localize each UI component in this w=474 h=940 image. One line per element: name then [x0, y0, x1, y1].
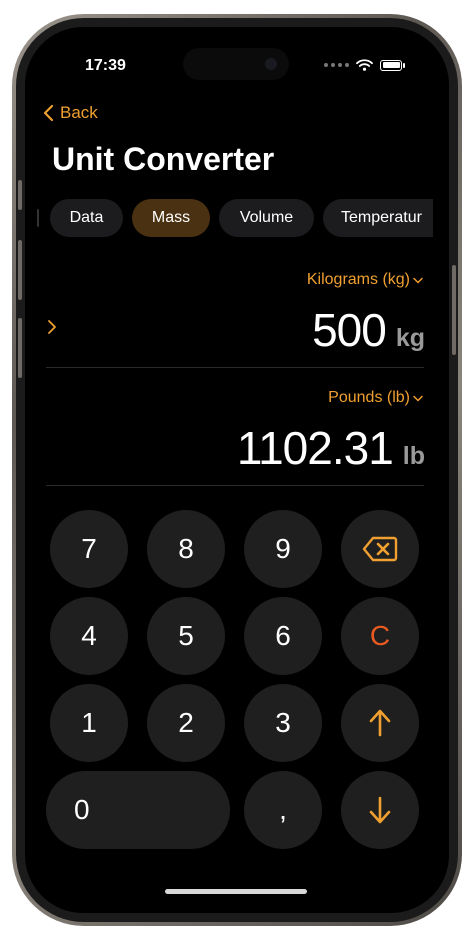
tab-temperature[interactable]: Temperatur — [323, 199, 433, 237]
backspace-button[interactable] — [341, 510, 419, 588]
tab-mass[interactable]: Mass — [132, 199, 210, 237]
key-6[interactable]: 6 — [244, 597, 322, 675]
back-button[interactable]: Back — [43, 103, 98, 123]
chevron-down-icon — [413, 277, 423, 284]
key-4[interactable]: 4 — [50, 597, 128, 675]
swap-down-button[interactable] — [341, 771, 419, 849]
chevron-down-icon — [413, 395, 423, 402]
delete-left-icon — [362, 536, 398, 562]
wifi-icon — [356, 59, 373, 71]
key-5[interactable]: 5 — [147, 597, 225, 675]
input-unit-selector[interactable]: Kilograms (kg) — [307, 271, 423, 289]
volume-up-button — [18, 240, 22, 300]
output-value: 1102.31 — [236, 422, 394, 474]
key-0[interactable]: 0 — [46, 771, 230, 849]
volume-down-button — [18, 318, 22, 378]
key-9[interactable]: 9 — [244, 510, 322, 588]
divider — [46, 367, 424, 368]
camera-icon — [265, 58, 277, 70]
action-button — [18, 180, 22, 210]
input-unit-symbol: kg — [395, 324, 425, 352]
output-unit-symbol: lb — [402, 442, 425, 470]
key-comma[interactable]: , — [244, 771, 322, 849]
chevron-left-icon — [43, 104, 54, 122]
divider — [46, 485, 424, 486]
status-time: 17:39 — [85, 57, 126, 74]
page-title: Unit Converter — [52, 141, 275, 177]
category-tabs: Data Mass Volume Temperatur — [25, 199, 433, 239]
input-unit-label: Kilograms (kg) — [306, 271, 410, 288]
output-unit-label: Pounds (lb) — [328, 389, 410, 406]
home-indicator[interactable] — [165, 889, 307, 894]
key-1[interactable]: 1 — [50, 684, 128, 762]
tab-volume[interactable]: Volume — [219, 199, 314, 237]
tab-data[interactable]: Data — [50, 199, 123, 237]
tab-scroll-edge — [37, 209, 39, 227]
battery-icon — [380, 59, 402, 71]
input-value: 500 — [312, 304, 387, 356]
battery-nub — [403, 62, 405, 68]
output-value-row[interactable]: 1102.31 lb — [237, 421, 425, 475]
dynamic-island — [183, 48, 289, 80]
chevron-right-icon — [48, 320, 56, 334]
key-3[interactable]: 3 — [244, 684, 322, 762]
power-button — [452, 265, 456, 355]
screen: 17:39 Back Unit Converter Data Mass Volu… — [25, 27, 449, 913]
swap-up-button[interactable] — [341, 684, 419, 762]
arrow-up-icon — [369, 709, 391, 737]
signal-icon — [324, 63, 349, 67]
clear-button[interactable]: C — [341, 597, 419, 675]
key-8[interactable]: 8 — [147, 510, 225, 588]
arrow-down-icon — [369, 796, 391, 824]
key-2[interactable]: 2 — [147, 684, 225, 762]
input-value-row[interactable]: 500 kg — [312, 303, 425, 357]
output-unit-selector[interactable]: Pounds (lb) — [328, 389, 423, 407]
key-7[interactable]: 7 — [50, 510, 128, 588]
back-label: Back — [60, 103, 98, 122]
status-icons — [324, 59, 405, 71]
